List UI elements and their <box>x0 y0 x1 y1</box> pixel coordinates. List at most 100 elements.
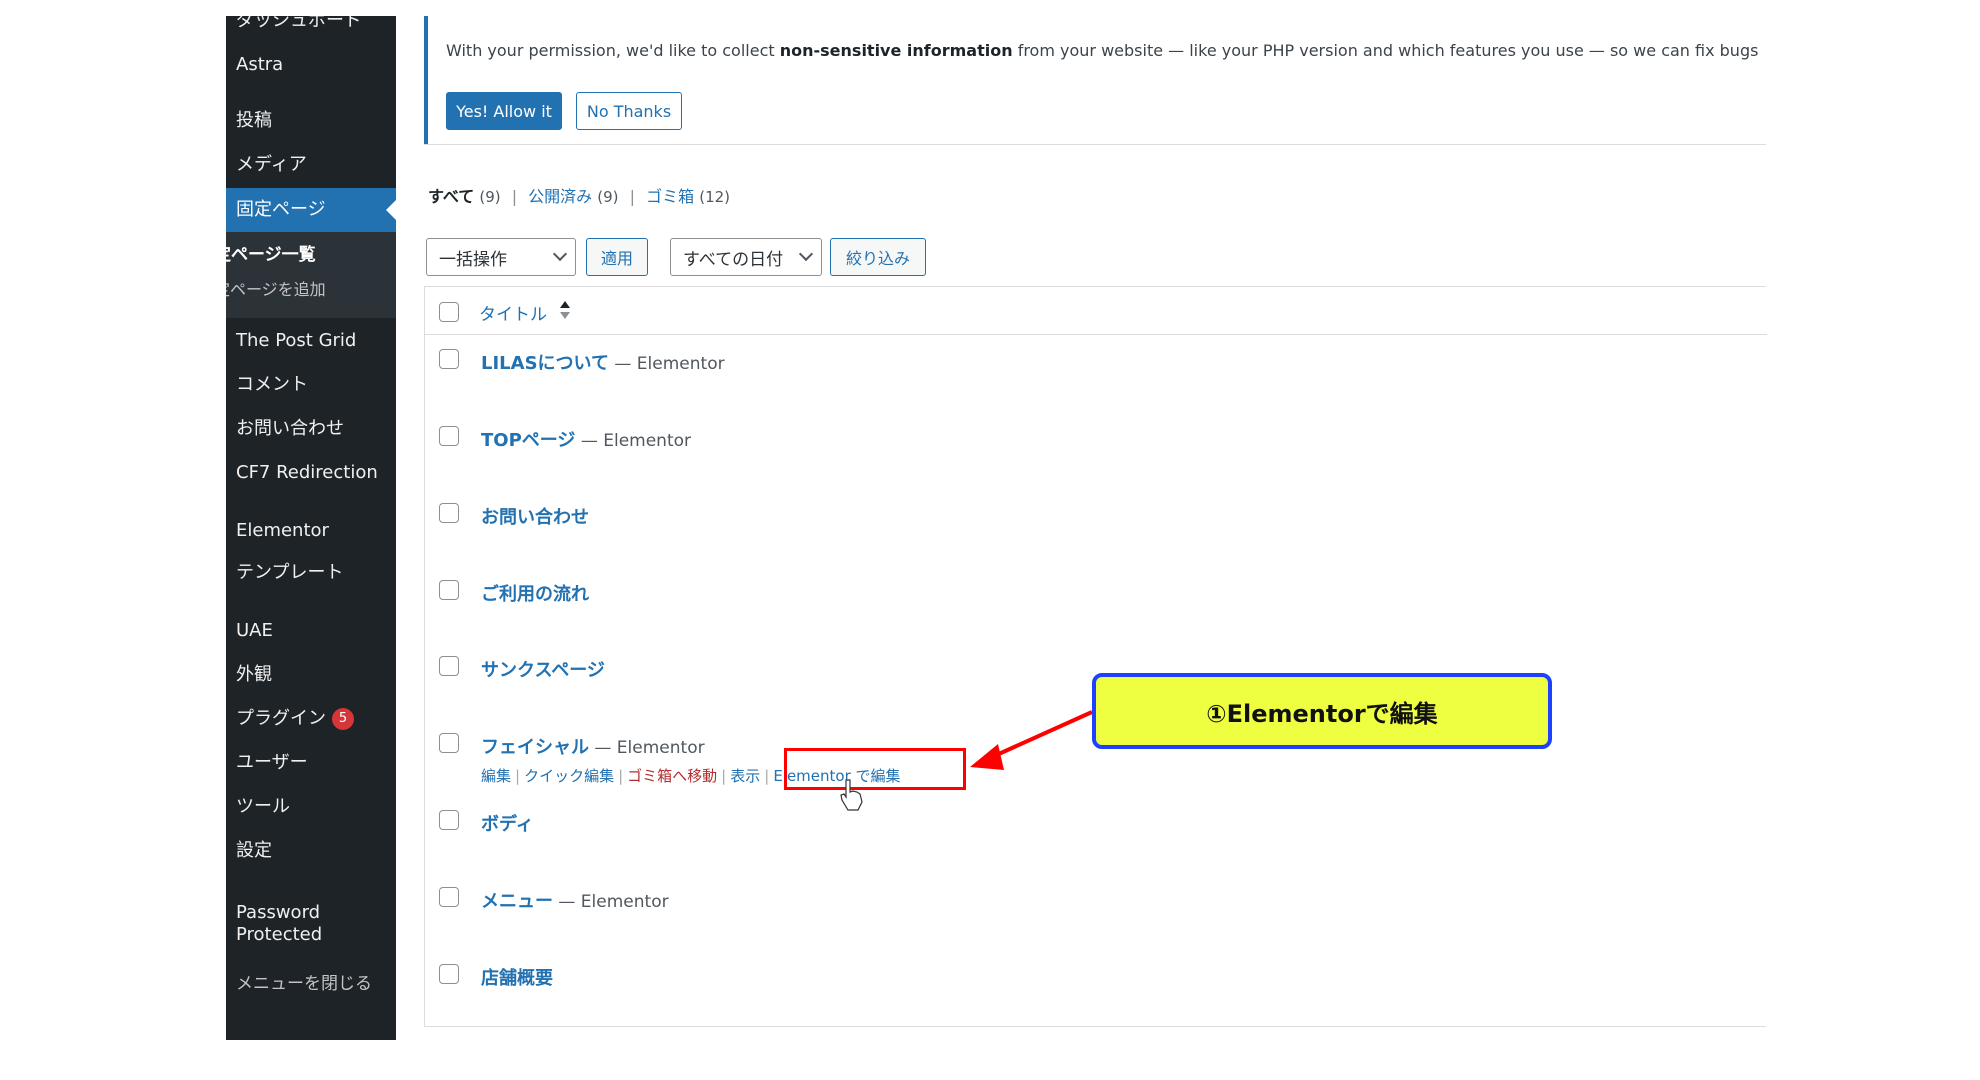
quick-edit-link[interactable]: クイック編集 <box>524 767 614 785</box>
active-indicator-arrow <box>386 200 396 220</box>
row-title: フェイシャル — Elementor <box>481 733 705 759</box>
table-row: TOPページ — Elementor <box>425 412 1767 489</box>
table-header: タイトル <box>425 287 1767 335</box>
apply-button[interactable]: 適用 <box>586 238 648 276</box>
sidebar-item-astra[interactable]: Astra <box>226 54 396 76</box>
view-link[interactable]: 表示 <box>730 767 760 785</box>
page-title-link[interactable]: ご利用の流れ <box>481 584 589 605</box>
select-all-checkbox[interactable] <box>439 302 459 322</box>
date-filter-select[interactable]: すべての日付 <box>670 238 822 276</box>
row-checkbox[interactable] <box>439 733 459 753</box>
page-title-link[interactable]: お問い合わせ <box>481 507 589 528</box>
table-row: メニュー — Elementor <box>425 873 1767 950</box>
submenu-add-new-page[interactable]: 定ページを追加 <box>226 276 326 300</box>
notice-text-after: from your website — like your PHP versio… <box>1017 41 1762 60</box>
sidebar-item-cf7-redirection[interactable]: CF7 Redirection <box>226 462 396 484</box>
notice-text-before: With your permission, we'd like to colle… <box>446 41 780 60</box>
view-all-link[interactable]: すべて <box>428 187 474 206</box>
plugins-update-badge: 5 <box>332 708 354 730</box>
row-title: LILASについて — Elementor <box>481 349 725 375</box>
view-trash-link[interactable]: ゴミ箱 <box>646 187 694 206</box>
row-checkbox[interactable] <box>439 810 459 830</box>
instruction-callout: ①Elementorで編集 <box>1092 673 1552 749</box>
page-state: — Elementor <box>589 738 705 758</box>
sidebar-item-plugins-label: プラグイン <box>236 708 326 729</box>
row-checkbox[interactable] <box>439 426 459 446</box>
page-title-link[interactable]: メニュー <box>481 891 553 912</box>
row-title: ボディ <box>481 810 534 836</box>
page-title-link[interactable]: ボディ <box>481 814 534 835</box>
page-title-link[interactable]: サンクスページ <box>481 660 605 681</box>
submenu-all-pages[interactable]: 定ページ一覧 <box>226 240 316 265</box>
row-title: メニュー — Elementor <box>481 887 669 913</box>
pages-submenu: 定ページ一覧 定ページを追加 <box>226 232 396 318</box>
sidebar-item-dashboard[interactable]: ダッシュボード <box>226 16 396 32</box>
sidebar-item-password-protected[interactable]: Password Protected <box>226 902 396 945</box>
row-checkbox[interactable] <box>439 964 459 984</box>
row-title: 店舗概要 <box>481 964 553 990</box>
page-title-link[interactable]: TOPページ <box>481 430 575 451</box>
sidebar-item-templates[interactable]: テンプレート <box>226 562 396 584</box>
page-state: — Elementor <box>609 354 725 374</box>
sort-icon[interactable] <box>560 301 570 321</box>
sidebar-item-posts[interactable]: 投稿 <box>226 110 396 132</box>
row-checkbox[interactable] <box>439 349 459 369</box>
page-state: — Elementor <box>553 892 669 912</box>
sidebar-item-tools[interactable]: ツール <box>226 796 396 818</box>
highlight-box <box>784 748 966 790</box>
row-title: TOPページ — Elementor <box>481 426 691 452</box>
view-trash-count: (12) <box>699 188 731 206</box>
status-filter-links: すべて (9) | 公開済み (9) | ゴミ箱 (12) <box>428 187 731 206</box>
table-bottom-border <box>424 1026 1766 1027</box>
edit-link[interactable]: 編集 <box>481 767 511 785</box>
usage-tracking-notice: With your permission, we'd like to colle… <box>424 16 1766 144</box>
decline-tracking-button[interactable]: No Thanks <box>576 92 682 130</box>
table-row: ご利用の流れ <box>425 566 1767 643</box>
notice-divider <box>424 144 1766 145</box>
sidebar-item-comments[interactable]: コメント <box>226 374 396 396</box>
row-title: ご利用の流れ <box>481 580 589 606</box>
chevron-down-icon <box>552 246 568 262</box>
notice-message: With your permission, we'd like to colle… <box>446 41 1762 60</box>
page-title-link[interactable]: LILASについて <box>481 353 609 374</box>
table-row: LILASについて — Elementor <box>425 335 1767 412</box>
sidebar-item-users[interactable]: ユーザー <box>226 752 396 774</box>
admin-sidebar: ダッシュボード Astra 投稿 メディア 固定ページ 定ページ一覧 定ページを… <box>226 16 396 1040</box>
sidebar-item-contact[interactable]: お問い合わせ <box>226 418 396 440</box>
collapse-menu-button[interactable]: メニューを閉じる <box>226 974 396 994</box>
sidebar-item-settings[interactable]: 設定 <box>226 840 396 862</box>
table-row: 店舗概要 <box>425 950 1767 1027</box>
pages-table: タイトル LILASについて — Elementor TOPページ — Elem… <box>424 286 1767 1027</box>
bulk-action-select[interactable]: 一括操作 <box>426 238 576 276</box>
table-row: ボディ <box>425 796 1767 873</box>
bulk-action-value: 一括操作 <box>439 249 507 270</box>
title-column-header[interactable]: タイトル <box>479 300 547 325</box>
sidebar-item-plugins[interactable]: プラグイン 5 <box>226 708 396 730</box>
page-title-link[interactable]: 店舗概要 <box>481 968 553 989</box>
sidebar-item-pages-label: 固定ページ <box>236 199 326 221</box>
password-protected-line2: Protected <box>236 923 323 945</box>
row-checkbox[interactable] <box>439 887 459 907</box>
chevron-down-icon <box>798 246 814 262</box>
sidebar-item-uae[interactable]: UAE <box>226 620 396 642</box>
trash-link[interactable]: ゴミ箱へ移動 <box>627 767 717 785</box>
sidebar-item-media[interactable]: メディア <box>226 154 396 176</box>
table-row: お問い合わせ <box>425 489 1767 566</box>
sidebar-item-pages[interactable]: 固定ページ <box>226 188 396 232</box>
view-published-link[interactable]: 公開済み <box>528 187 592 206</box>
row-checkbox[interactable] <box>439 580 459 600</box>
page-state: — Elementor <box>575 431 692 451</box>
filter-button[interactable]: 絞り込み <box>830 238 926 276</box>
sidebar-item-post-grid[interactable]: The Post Grid <box>226 330 396 352</box>
row-checkbox[interactable] <box>439 656 459 676</box>
allow-tracking-button[interactable]: Yes! Allow it <box>446 92 562 130</box>
password-protected-line1: Password <box>236 902 321 923</box>
view-all-count: (9) <box>479 188 501 206</box>
row-title: お問い合わせ <box>481 503 589 529</box>
page-title-link[interactable]: フェイシャル <box>481 737 589 758</box>
row-checkbox[interactable] <box>439 503 459 523</box>
sidebar-item-elementor[interactable]: Elementor <box>226 520 396 542</box>
row-title: サンクスページ <box>481 656 605 682</box>
sidebar-item-appearance[interactable]: 外観 <box>226 664 396 686</box>
view-published-count: (9) <box>597 188 619 206</box>
